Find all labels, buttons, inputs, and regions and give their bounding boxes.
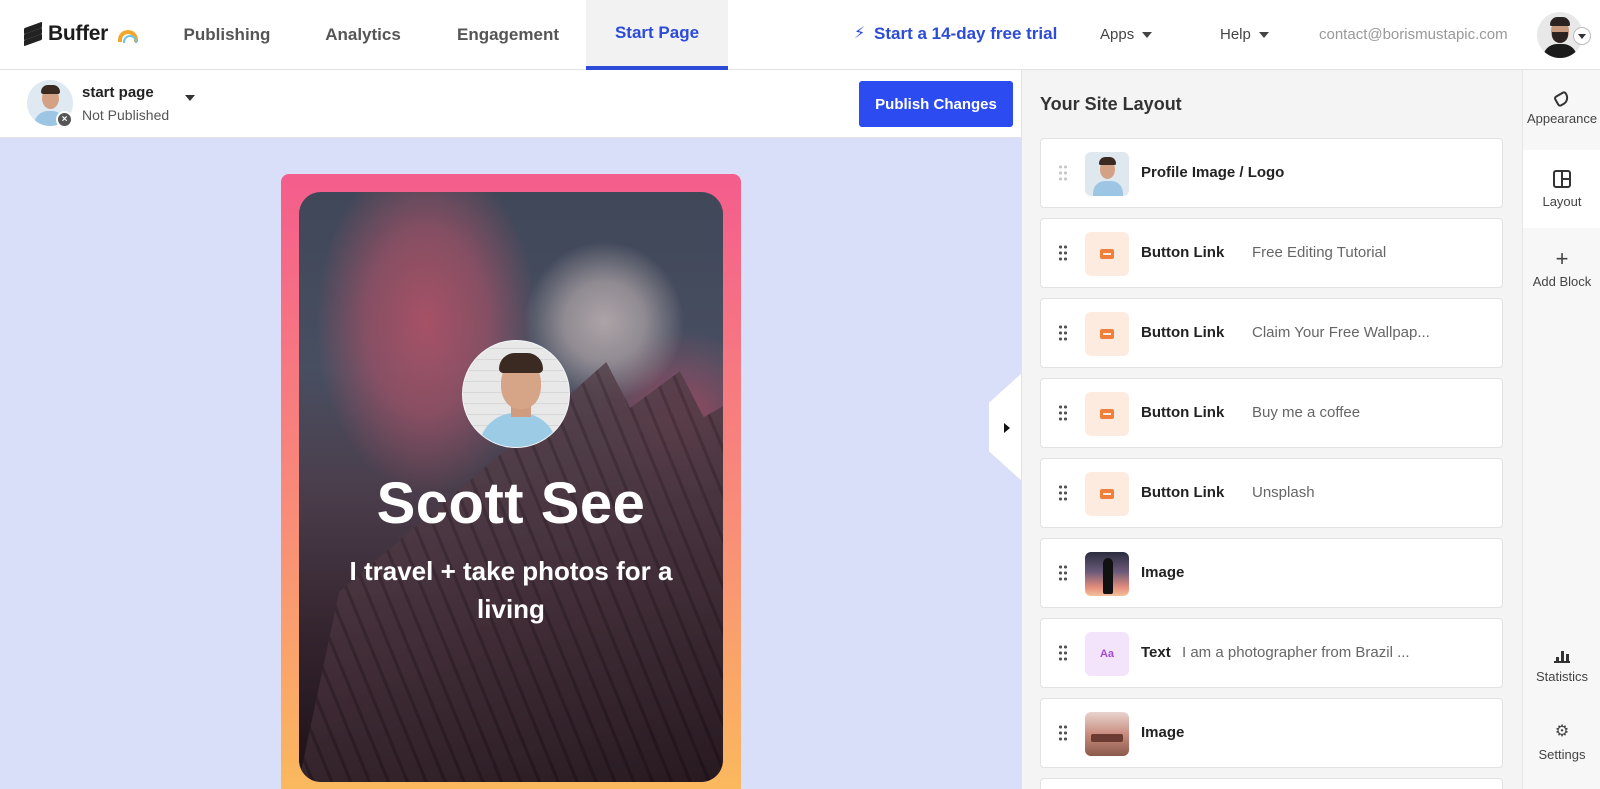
- drag-handle-icon[interactable]: [1058, 644, 1068, 662]
- tab-start-page[interactable]: Start Page: [586, 0, 728, 70]
- buffer-stack-icon: [24, 21, 42, 47]
- tab-engagement[interactable]: Engagement: [438, 0, 578, 70]
- drag-handle-icon[interactable]: [1058, 484, 1068, 502]
- layout-block[interactable]: Profile Image / Logo: [1040, 138, 1503, 208]
- profile-thumbnail: [1085, 152, 1129, 196]
- profile-image[interactable]: [462, 340, 570, 448]
- page-switcher-chevron-icon[interactable]: [185, 95, 195, 119]
- page-status: Not Published: [82, 107, 170, 123]
- button-link-icon: [1085, 232, 1129, 276]
- rail-label: Layout: [1542, 193, 1582, 209]
- block-type: Profile Image / Logo: [1141, 164, 1285, 181]
- block-type: Button Link: [1141, 484, 1225, 501]
- page-header: start page Not Published Publish Changes: [0, 70, 1021, 138]
- profile-name[interactable]: Scott See: [299, 470, 723, 537]
- drag-handle-icon[interactable]: [1058, 724, 1068, 742]
- preview-frame: Scott See I travel + take photos for a l…: [281, 174, 741, 789]
- drag-handle-icon[interactable]: [1058, 244, 1068, 262]
- rail-add-block[interactable]: + Add Block: [1523, 230, 1600, 308]
- block-description: Free Editing Tutorial: [1252, 244, 1387, 261]
- apps-dropdown[interactable]: Apps: [1100, 26, 1153, 43]
- bar-chart-icon: [1553, 645, 1571, 663]
- block-type: Image: [1141, 564, 1185, 581]
- layout-block[interactable]: Image: [1040, 538, 1503, 608]
- help-label: Help: [1220, 26, 1251, 43]
- layout-block[interactable]: [1040, 778, 1503, 789]
- drag-handle-icon[interactable]: [1058, 564, 1068, 582]
- panel-title: Your Site Layout: [1040, 94, 1182, 114]
- block-type: Button Link: [1141, 404, 1225, 421]
- page-preview: Scott See I travel + take photos for a l…: [0, 138, 1021, 789]
- layout-block[interactable]: Button Link Buy me a coffee: [1040, 378, 1503, 448]
- layout-block[interactable]: Aa Text I am a photographer from Brazil …: [1040, 618, 1503, 688]
- button-link-icon: [1085, 312, 1129, 356]
- block-type: Text: [1141, 644, 1171, 661]
- rail-label: Add Block: [1532, 273, 1592, 289]
- block-description: Buy me a coffee: [1252, 404, 1361, 421]
- block-description: Claim Your Free Wallpap...: [1252, 324, 1430, 341]
- gear-icon: ⚙︎: [1554, 722, 1570, 740]
- site-layout-panel: Your Site Layout Profile Image / Logo Bu…: [1021, 70, 1522, 789]
- chevron-down-icon: [1258, 31, 1269, 38]
- chevron-right-icon[interactable]: [1004, 423, 1010, 433]
- drag-handle-icon[interactable]: [1058, 164, 1068, 182]
- profile-bio[interactable]: I travel + take photos for a living: [339, 552, 683, 628]
- rail-statistics[interactable]: Statistics: [1523, 625, 1600, 703]
- drag-handle-icon[interactable]: [1058, 324, 1068, 342]
- block-type: Button Link: [1141, 244, 1225, 261]
- tab-publishing[interactable]: Publishing: [164, 0, 290, 70]
- drag-handle-icon[interactable]: [1058, 404, 1068, 422]
- rail-appearance[interactable]: Appearance: [1523, 70, 1600, 148]
- apps-label: Apps: [1100, 26, 1135, 43]
- block-description: I am a photographer from Brazil ...: [1182, 644, 1410, 661]
- block-type: Button Link: [1141, 324, 1225, 341]
- free-trial-link[interactable]: ⚡︎ Start a 14-day free trial: [854, 24, 1057, 44]
- account-email: contact@borismustapic.com: [1319, 26, 1508, 43]
- text-block-icon: Aa: [1085, 632, 1129, 676]
- block-type: Image: [1141, 724, 1185, 741]
- layout-icon: [1553, 169, 1571, 188]
- layout-block[interactable]: Button Link Claim Your Free Wallpap...: [1040, 298, 1503, 368]
- buffer-logo[interactable]: Buffer: [24, 21, 139, 47]
- button-link-icon: [1085, 472, 1129, 516]
- image-thumbnail: [1085, 712, 1129, 756]
- rail-label: Settings: [1538, 746, 1586, 762]
- free-trial-label: Start a 14-day free trial: [874, 24, 1058, 43]
- image-thumbnail: [1085, 552, 1129, 596]
- layout-block[interactable]: Button Link Unsplash: [1040, 458, 1503, 528]
- paint-bucket-icon: [1552, 89, 1572, 108]
- chevron-down-icon: [1142, 31, 1153, 38]
- lightning-icon: ⚡︎: [854, 25, 866, 42]
- account-menu-chevron-icon[interactable]: [1573, 27, 1591, 45]
- rail-label: Appearance: [1526, 110, 1598, 126]
- editor-side-rail: Appearance Layout + Add Block Statistics…: [1522, 70, 1600, 789]
- logo-text: Buffer: [48, 22, 109, 45]
- plus-icon: +: [1555, 245, 1569, 271]
- rail-settings[interactable]: ⚙︎ Settings: [1523, 703, 1600, 781]
- rail-label: Statistics: [1535, 668, 1588, 684]
- layout-block[interactable]: Button Link Free Editing Tutorial: [1040, 218, 1503, 288]
- layout-block[interactable]: Image: [1040, 698, 1503, 768]
- rainbow-icon: [118, 29, 139, 43]
- help-dropdown[interactable]: Help: [1220, 26, 1269, 43]
- button-link-icon: [1085, 392, 1129, 436]
- publish-changes-button[interactable]: Publish Changes: [859, 81, 1013, 127]
- preview-card: Scott See I travel + take photos for a l…: [299, 192, 723, 782]
- page-name[interactable]: start page: [82, 84, 154, 101]
- top-navigation-bar: Buffer Publishing Analytics Engagement S…: [0, 0, 1600, 70]
- unpublished-badge-icon: ×: [56, 111, 73, 128]
- tab-analytics[interactable]: Analytics: [302, 0, 424, 70]
- block-description: Unsplash: [1252, 484, 1315, 501]
- rail-layout[interactable]: Layout: [1523, 150, 1600, 228]
